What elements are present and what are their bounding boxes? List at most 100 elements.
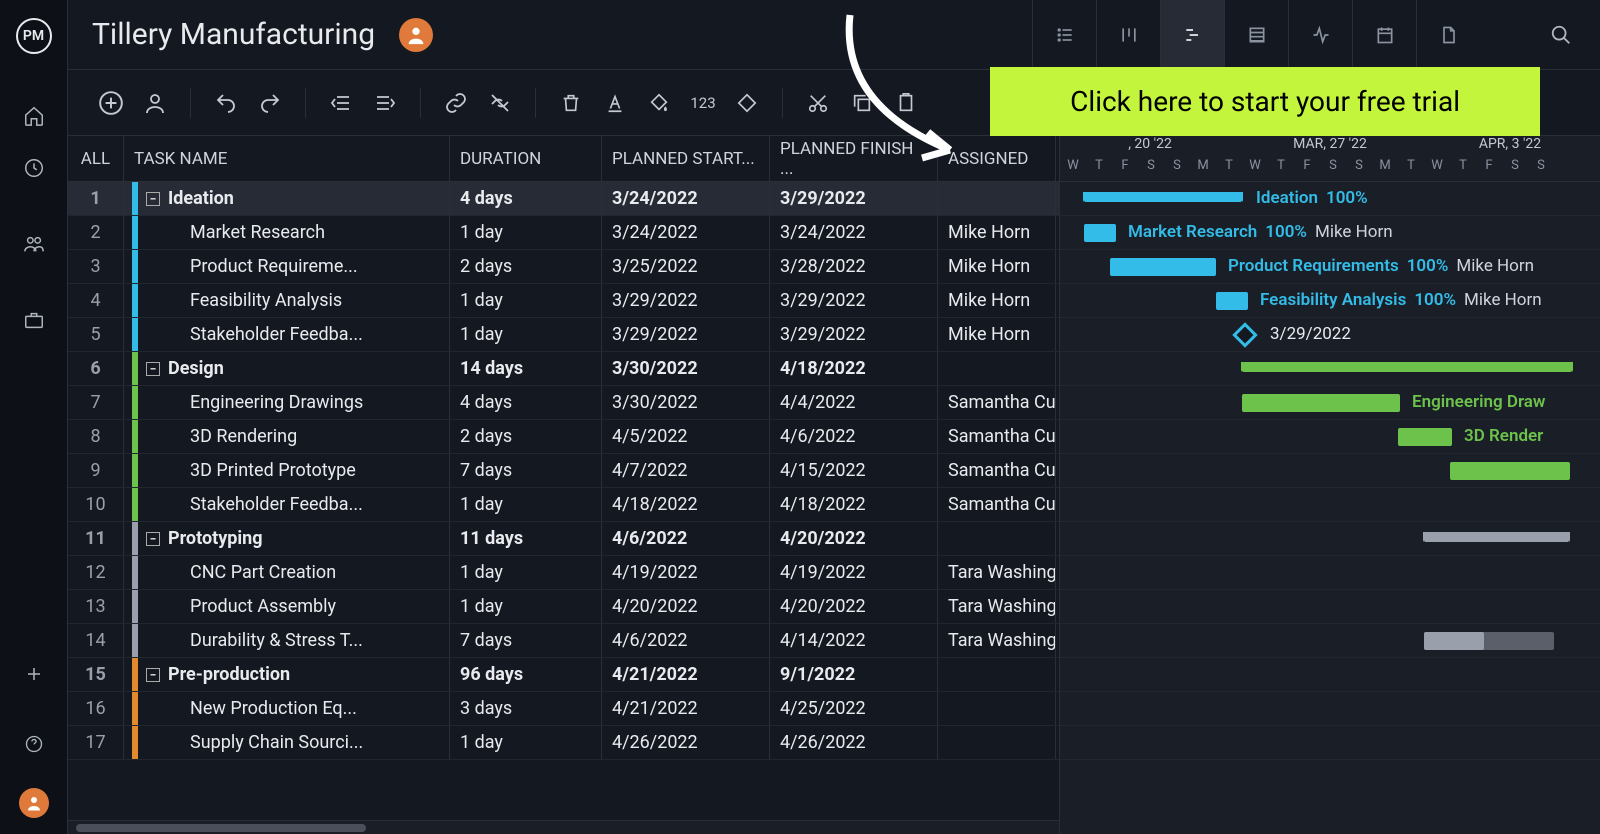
collapse-icon[interactable]: −	[146, 532, 160, 546]
gantt-row[interactable]	[1060, 658, 1600, 692]
duration-cell[interactable]: 1 day	[450, 488, 602, 521]
table-row[interactable]: 1−Ideation4 days3/24/20223/29/2022	[68, 182, 1059, 216]
delete-icon[interactable]	[556, 88, 586, 118]
collapse-icon[interactable]: −	[146, 192, 160, 206]
file-view-icon[interactable]	[1416, 0, 1480, 69]
col-finish[interactable]: PLANNED FINISH ...	[770, 136, 938, 181]
task-name-cell[interactable]: 3D Printed Prototype	[124, 454, 450, 487]
unlink-icon[interactable]	[485, 88, 515, 118]
task-name-cell[interactable]: Supply Chain Sourci...	[124, 726, 450, 759]
start-cell[interactable]: 4/6/2022	[602, 522, 770, 555]
finish-cell[interactable]: 3/29/2022	[770, 182, 938, 215]
summary-bar[interactable]	[1242, 362, 1572, 372]
task-name-cell[interactable]: −Design	[124, 352, 450, 385]
start-cell[interactable]: 4/21/2022	[602, 658, 770, 691]
duration-cell[interactable]: 7 days	[450, 624, 602, 657]
gantt-row[interactable]: 3D Render	[1060, 420, 1600, 454]
assigned-cell[interactable]	[938, 658, 1056, 691]
task-name-cell[interactable]: Feasibility Analysis	[124, 284, 450, 317]
task-bar[interactable]	[1398, 428, 1452, 446]
add-task-icon[interactable]	[96, 88, 126, 118]
assigned-cell[interactable]: Samantha Cu	[938, 386, 1056, 419]
duration-cell[interactable]: 3 days	[450, 692, 602, 725]
task-bar[interactable]	[1216, 292, 1248, 310]
table-row[interactable]: 10Stakeholder Feedba...1 day4/18/20224/1…	[68, 488, 1059, 522]
gantt-row[interactable]	[1060, 624, 1600, 658]
gantt-row[interactable]	[1060, 488, 1600, 522]
duration-cell[interactable]: 1 day	[450, 284, 602, 317]
copy-icon[interactable]	[847, 88, 877, 118]
duration-cell[interactable]: 11 days	[450, 522, 602, 555]
task-name-cell[interactable]: 3D Rendering	[124, 420, 450, 453]
finish-cell[interactable]: 3/29/2022	[770, 284, 938, 317]
col-duration[interactable]: DURATION	[450, 136, 602, 181]
table-row[interactable]: 14Durability & Stress T...7 days4/6/2022…	[68, 624, 1059, 658]
finish-cell[interactable]: 4/14/2022	[770, 624, 938, 657]
gantt-row[interactable]	[1060, 556, 1600, 590]
task-bar[interactable]	[1084, 224, 1116, 242]
table-row[interactable]: 6−Design14 days3/30/20224/18/2022	[68, 352, 1059, 386]
start-cell[interactable]: 4/18/2022	[602, 488, 770, 521]
gantt-row[interactable]: Ideation100%	[1060, 182, 1600, 216]
assigned-cell[interactable]: Mike Horn	[938, 284, 1056, 317]
task-name-cell[interactable]: Stakeholder Feedba...	[124, 488, 450, 521]
sheet-view-icon[interactable]	[1224, 0, 1288, 69]
task-name-cell[interactable]: Market Research	[124, 216, 450, 249]
fill-color-icon[interactable]	[644, 88, 674, 118]
table-row[interactable]: 16New Production Eq...3 days4/21/20224/2…	[68, 692, 1059, 726]
finish-cell[interactable]: 3/29/2022	[770, 318, 938, 351]
col-assigned[interactable]: ASSIGNED	[938, 136, 1056, 181]
start-cell[interactable]: 4/19/2022	[602, 556, 770, 589]
redo-icon[interactable]	[255, 88, 285, 118]
col-all[interactable]: ALL	[68, 136, 124, 181]
search-icon[interactable]	[1480, 24, 1600, 46]
task-name-cell[interactable]: −Ideation	[124, 182, 450, 215]
start-cell[interactable]: 3/29/2022	[602, 318, 770, 351]
table-row[interactable]: 15−Pre-production96 days4/21/20229/1/202…	[68, 658, 1059, 692]
paste-icon[interactable]	[891, 88, 921, 118]
assigned-cell[interactable]	[938, 182, 1056, 215]
finish-cell[interactable]: 4/18/2022	[770, 488, 938, 521]
task-name-cell[interactable]: Product Requireme...	[124, 250, 450, 283]
col-start[interactable]: PLANNED START...	[602, 136, 770, 181]
calendar-view-icon[interactable]	[1352, 0, 1416, 69]
task-name-cell[interactable]: −Prototyping	[124, 522, 450, 555]
gantt-row[interactable]: Feasibility Analysis100%Mike Horn	[1060, 284, 1600, 318]
home-icon[interactable]	[0, 90, 68, 142]
task-name-cell[interactable]: New Production Eq...	[124, 692, 450, 725]
start-cell[interactable]: 4/6/2022	[602, 624, 770, 657]
start-cell[interactable]: 3/29/2022	[602, 284, 770, 317]
gantt-row[interactable]	[1060, 726, 1600, 760]
assigned-cell[interactable]: Tara Washing	[938, 624, 1056, 657]
start-cell[interactable]: 3/24/2022	[602, 216, 770, 249]
table-row[interactable]: 13Product Assembly1 day4/20/20224/20/202…	[68, 590, 1059, 624]
duration-cell[interactable]: 1 day	[450, 216, 602, 249]
gantt-row[interactable]	[1060, 522, 1600, 556]
table-row[interactable]: 17Supply Chain Sourci...1 day4/26/20224/…	[68, 726, 1059, 760]
team-icon[interactable]	[0, 218, 68, 270]
assign-icon[interactable]	[140, 88, 170, 118]
user-avatar[interactable]	[19, 788, 49, 818]
start-cell[interactable]: 4/5/2022	[602, 420, 770, 453]
finish-cell[interactable]: 4/20/2022	[770, 522, 938, 555]
undo-icon[interactable]	[211, 88, 241, 118]
summary-bar[interactable]	[1084, 192, 1242, 202]
duration-cell[interactable]: 4 days	[450, 182, 602, 215]
assigned-cell[interactable]: Samantha Cu	[938, 454, 1056, 487]
gantt-row[interactable]	[1060, 352, 1600, 386]
start-cell[interactable]: 4/7/2022	[602, 454, 770, 487]
table-row[interactable]: 2Market Research1 day3/24/20223/24/2022M…	[68, 216, 1059, 250]
duration-cell[interactable]: 1 day	[450, 556, 602, 589]
cta-banner[interactable]: Click here to start your free trial	[990, 67, 1540, 136]
start-cell[interactable]: 3/30/2022	[602, 386, 770, 419]
assigned-cell[interactable]: Samantha Cu	[938, 420, 1056, 453]
duration-cell[interactable]: 2 days	[450, 420, 602, 453]
outdent-icon[interactable]	[326, 88, 356, 118]
task-name-cell[interactable]: −Pre-production	[124, 658, 450, 691]
gantt-row[interactable]: Market Research100%Mike Horn	[1060, 216, 1600, 250]
assigned-cell[interactable]	[938, 692, 1056, 725]
task-bar[interactable]	[1110, 258, 1216, 276]
duration-cell[interactable]: 1 day	[450, 726, 602, 759]
assigned-cell[interactable]	[938, 726, 1056, 759]
assigned-cell[interactable]	[938, 522, 1056, 555]
